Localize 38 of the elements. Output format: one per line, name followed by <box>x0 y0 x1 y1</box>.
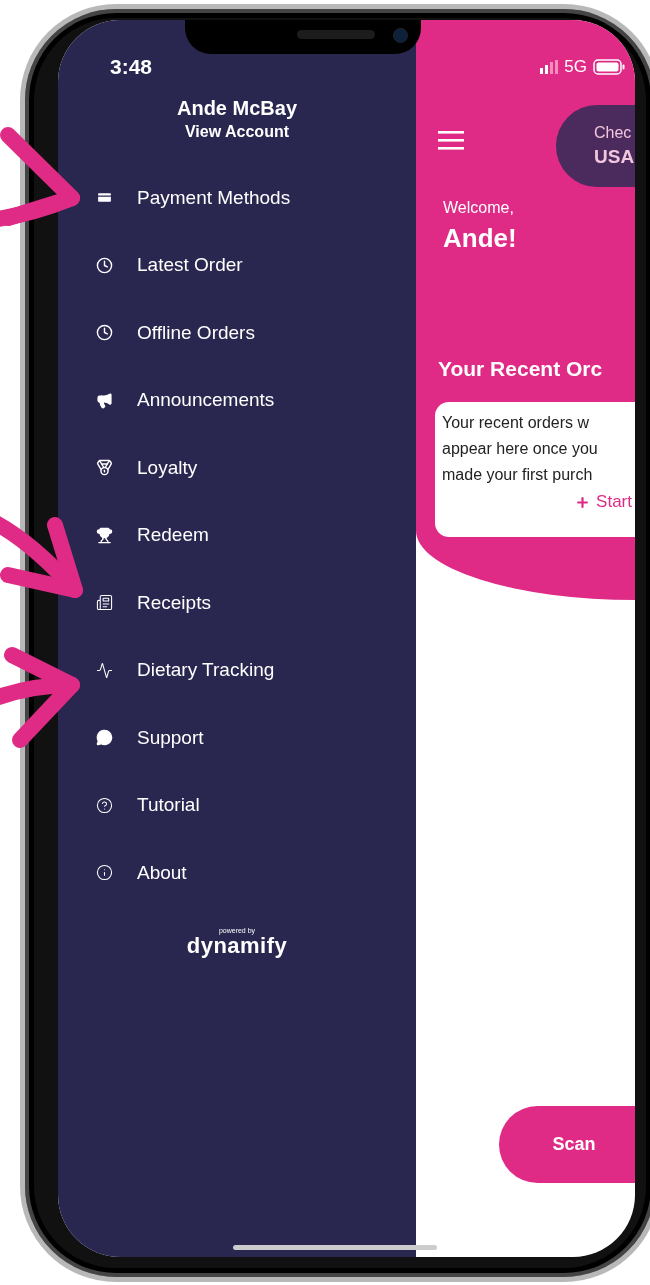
megaphone-icon <box>94 391 115 409</box>
drawer-menu-item[interactable]: Loyalty <box>137 455 198 480</box>
drawer-menu-item[interactable]: Announcements <box>137 388 275 413</box>
clock-icon <box>94 256 115 274</box>
menu-button[interactable] <box>438 130 464 150</box>
signal-icon <box>540 60 559 74</box>
card-text-line: made your first purch <box>442 465 594 485</box>
user-greeting-name: Ande! <box>443 223 518 253</box>
drawer-menu-item[interactable]: Offline Orders <box>137 320 255 345</box>
drawer-menu-item[interactable]: About <box>137 860 187 885</box>
welcome-text: Welcome, <box>443 199 515 217</box>
network-label: 5G <box>564 57 587 77</box>
brand-logo: dynamify <box>186 934 288 957</box>
drawer-menu-item[interactable]: Latest Order <box>137 253 243 278</box>
drawer-menu-item[interactable]: Redeem <box>137 523 209 548</box>
card-text-line: appear here once you <box>442 439 599 459</box>
clock-icon <box>94 324 115 342</box>
card-text-line: Your recent orders w <box>442 413 591 433</box>
drawer-menu-item[interactable]: Support <box>137 725 204 750</box>
section-title: Your Recent Orc <box>438 356 604 382</box>
document-icon <box>94 594 115 612</box>
user-name: Ande McBay <box>177 96 297 120</box>
drawer-menu-item[interactable]: Dietary Tracking <box>137 658 275 683</box>
medal-icon <box>94 459 115 477</box>
start-order-link[interactable]: Start <box>575 488 632 516</box>
drawer-menu-item[interactable]: Payment Methods <box>137 185 291 210</box>
battery-icon <box>593 59 625 75</box>
chat-bubble-icon <box>94 729 115 747</box>
plus-icon <box>575 494 591 510</box>
question-icon <box>94 796 115 814</box>
location-pill[interactable]: Chec USA <box>556 105 635 187</box>
drawer-menu-item[interactable]: Tutorial <box>137 793 200 818</box>
info-icon <box>94 864 115 882</box>
status-time: 3:48 <box>110 54 154 80</box>
view-account-link[interactable]: View Account <box>185 120 289 144</box>
pulse-icon <box>94 661 115 679</box>
scan-button[interactable]: Scan <box>499 1106 635 1183</box>
drawer-menu-item[interactable]: Receipts <box>137 590 211 615</box>
